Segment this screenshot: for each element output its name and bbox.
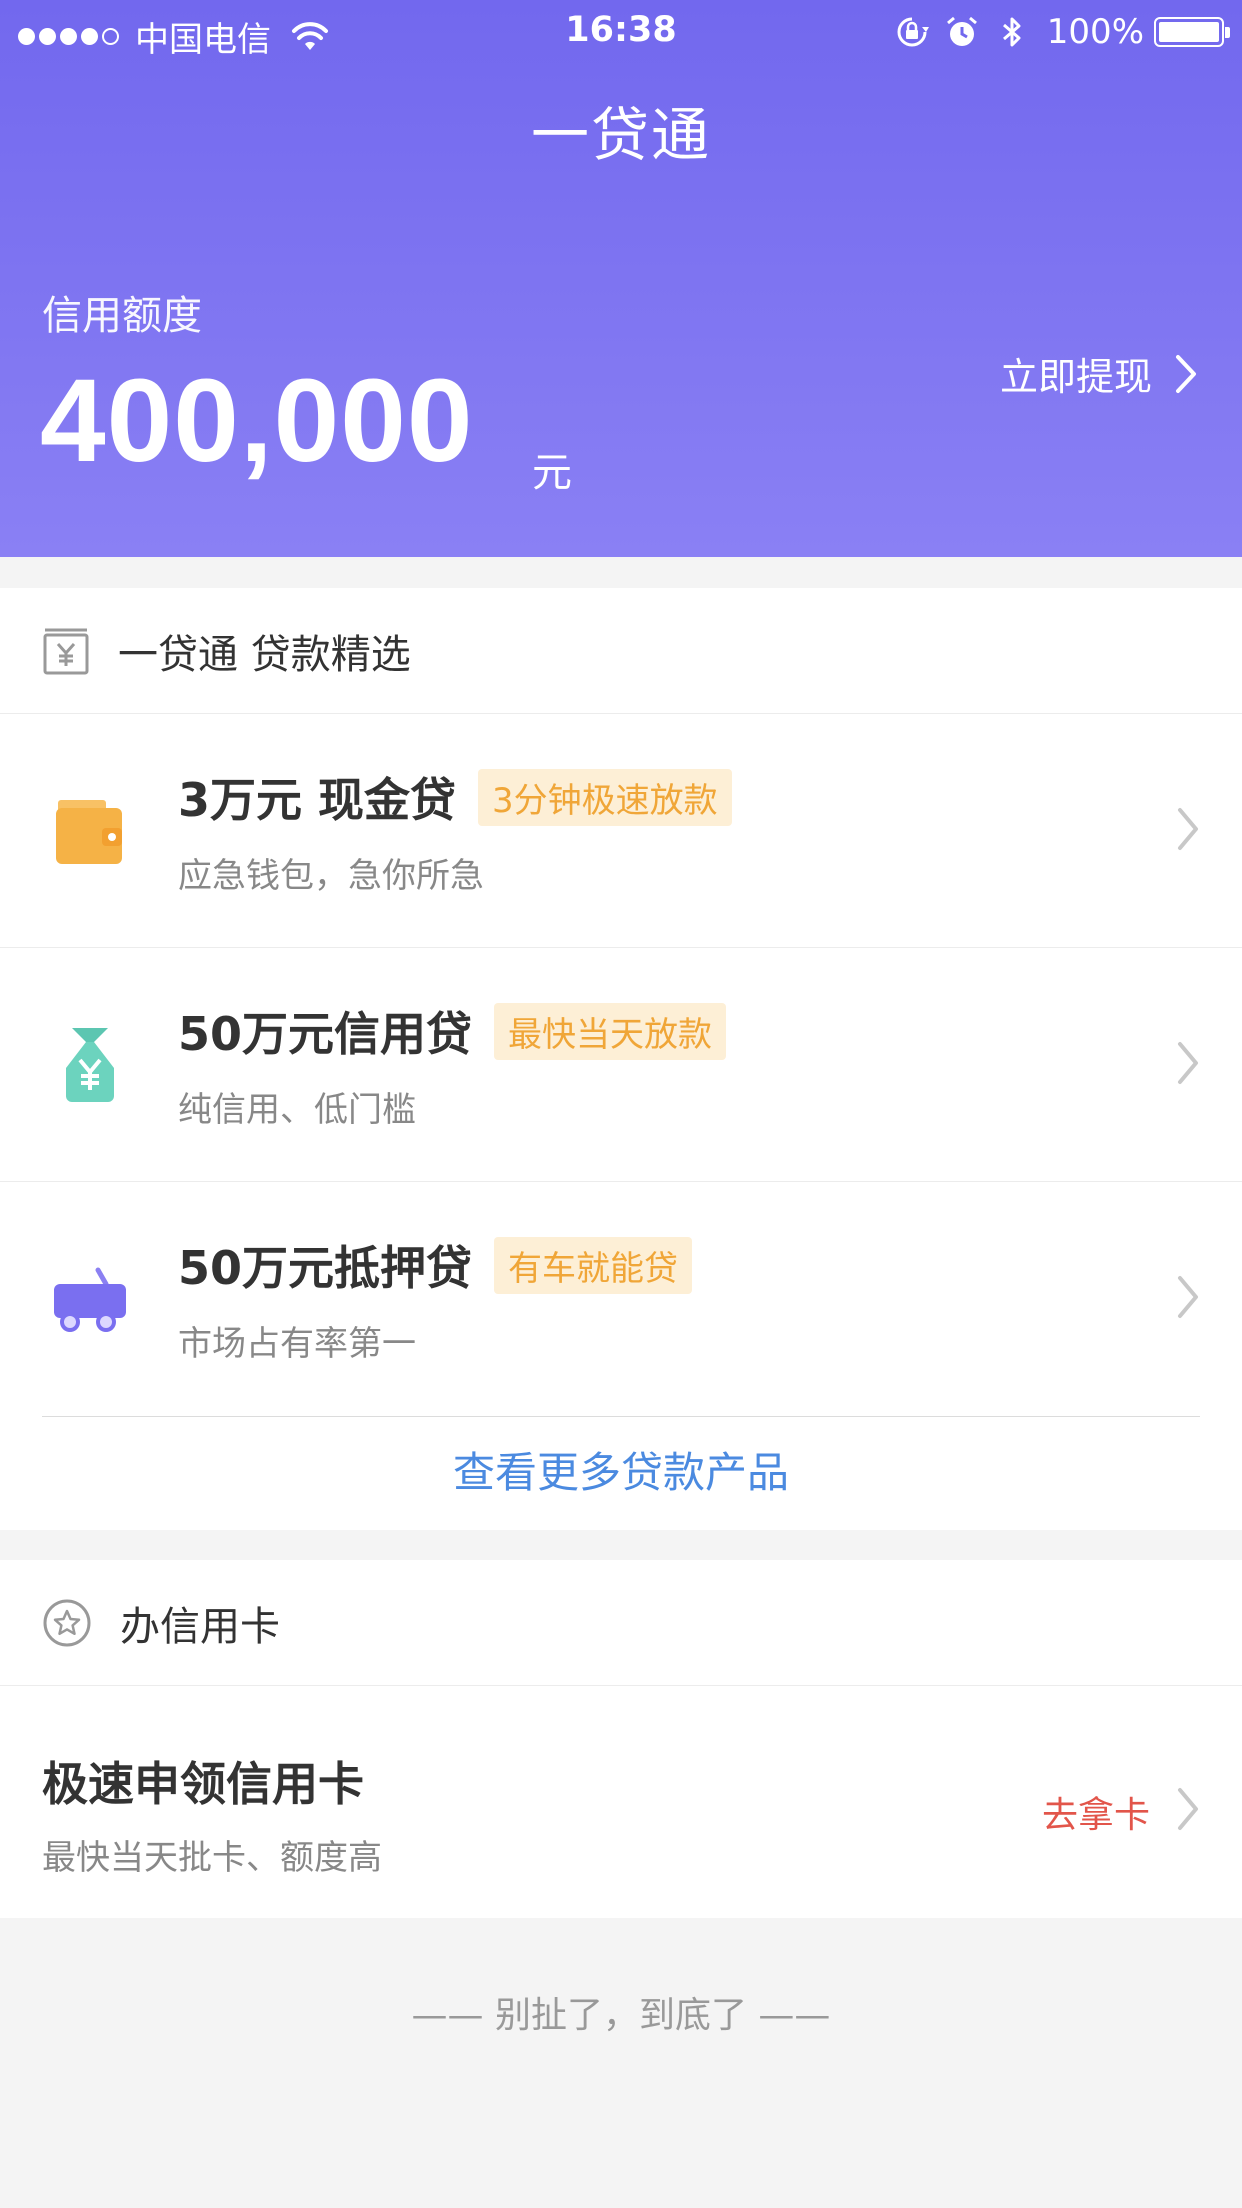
chevron-right-icon — [1178, 1276, 1198, 1318]
car-icon — [54, 1267, 126, 1332]
loan-subtitle: 纯信用、低门槛 — [178, 1090, 416, 1130]
loan-section-header: 一贷通 贷款精选 — [0, 588, 1242, 714]
loan-subtitle: 应急钱包，急你所急 — [178, 856, 484, 896]
wallet-icon — [56, 800, 122, 864]
credit-limit-amount: 400,000 — [40, 355, 474, 487]
loan-item-mortgage[interactable]: 50万元抵押贷 有车就能贷 市场占有率第一 — [0, 1182, 1242, 1416]
credit-card-section-header: 办信用卡 — [0, 1560, 1242, 1686]
star-badge-icon — [43, 1599, 91, 1646]
loan-title: 3万元 现金贷 — [178, 773, 457, 827]
battery-icon — [1154, 17, 1230, 47]
chevron-right-icon — [1178, 1788, 1198, 1830]
loan-tag: 3分钟极速放款 — [478, 768, 732, 826]
credit-card-subtitle: 最快当天批卡、额度高 — [42, 1838, 382, 1878]
chevron-right-icon — [1178, 808, 1198, 850]
credit-card-section-title: 办信用卡 — [120, 1603, 280, 1650]
credit-limit-label: 信用额度 — [42, 293, 202, 339]
loan-title-row: 50万元抵押贷 有车就能贷 — [178, 1232, 693, 1298]
more-loans-link[interactable]: 查看更多贷款产品 — [42, 1416, 1200, 1530]
credit-card-apply-row[interactable]: 极速申领信用卡 最快当天批卡、额度高 去拿卡 — [0, 1686, 1242, 1918]
loan-item-cash[interactable]: 3万元 现金贷 3分钟极速放款 应急钱包，急你所急 — [0, 714, 1242, 948]
yuan-receipt-icon — [43, 628, 89, 674]
loan-tag: 有车就能贷 — [494, 1236, 693, 1294]
money-bag-icon — [66, 1028, 114, 1102]
withdraw-button[interactable]: 立即提现 — [1000, 346, 1200, 401]
loan-tag: 最快当天放款 — [494, 1002, 727, 1060]
end-of-list-note: —— 别扯了，到底了 —— — [411, 1995, 831, 2036]
chevron-right-icon — [1176, 354, 1196, 393]
get-card-button[interactable]: 去拿卡 — [1042, 1786, 1150, 1838]
rotation-lock-icon — [897, 17, 929, 47]
withdraw-label: 立即提现 — [999, 355, 1152, 399]
battery-percentage: 100% — [1046, 12, 1144, 52]
loan-title-row: 50万元信用贷 最快当天放款 — [178, 998, 727, 1064]
page-title: 一贷通 — [530, 101, 711, 169]
loan-section-title: 一贷通 贷款精选 — [118, 631, 411, 678]
credit-card-section: 办信用卡 极速申领信用卡 最快当天批卡、额度高 去拿卡 — [0, 1560, 1242, 1918]
loan-title: 50万元抵押贷 — [178, 1241, 473, 1295]
alarm-icon — [946, 16, 977, 46]
credit-card-title: 极速申领信用卡 — [42, 1757, 364, 1811]
status-right: 100% — [879, 12, 1230, 52]
loan-item-credit[interactable]: 50万元信用贷 最快当天放款 纯信用、低门槛 — [0, 948, 1242, 1182]
credit-limit-unit: 元 — [532, 450, 572, 496]
loan-title: 50万元信用贷 — [178, 1007, 473, 1061]
header: 中国电信 16:38 100% 一贷通 信用额度 400,000 元 立即提现 — [0, 0, 1242, 557]
loan-products-section: 一贷通 贷款精选 3万元 现金贷 3分钟极速放款 应急钱包，急你所急 50万元信… — [0, 588, 1242, 1530]
chevron-right-icon — [1178, 1042, 1198, 1084]
bluetooth-icon — [1002, 17, 1021, 47]
loan-title-row: 3万元 现金贷 3分钟极速放款 — [178, 764, 732, 830]
status-bar: 中国电信 16:38 100% — [0, 0, 1242, 60]
loan-subtitle: 市场占有率第一 — [178, 1324, 416, 1364]
